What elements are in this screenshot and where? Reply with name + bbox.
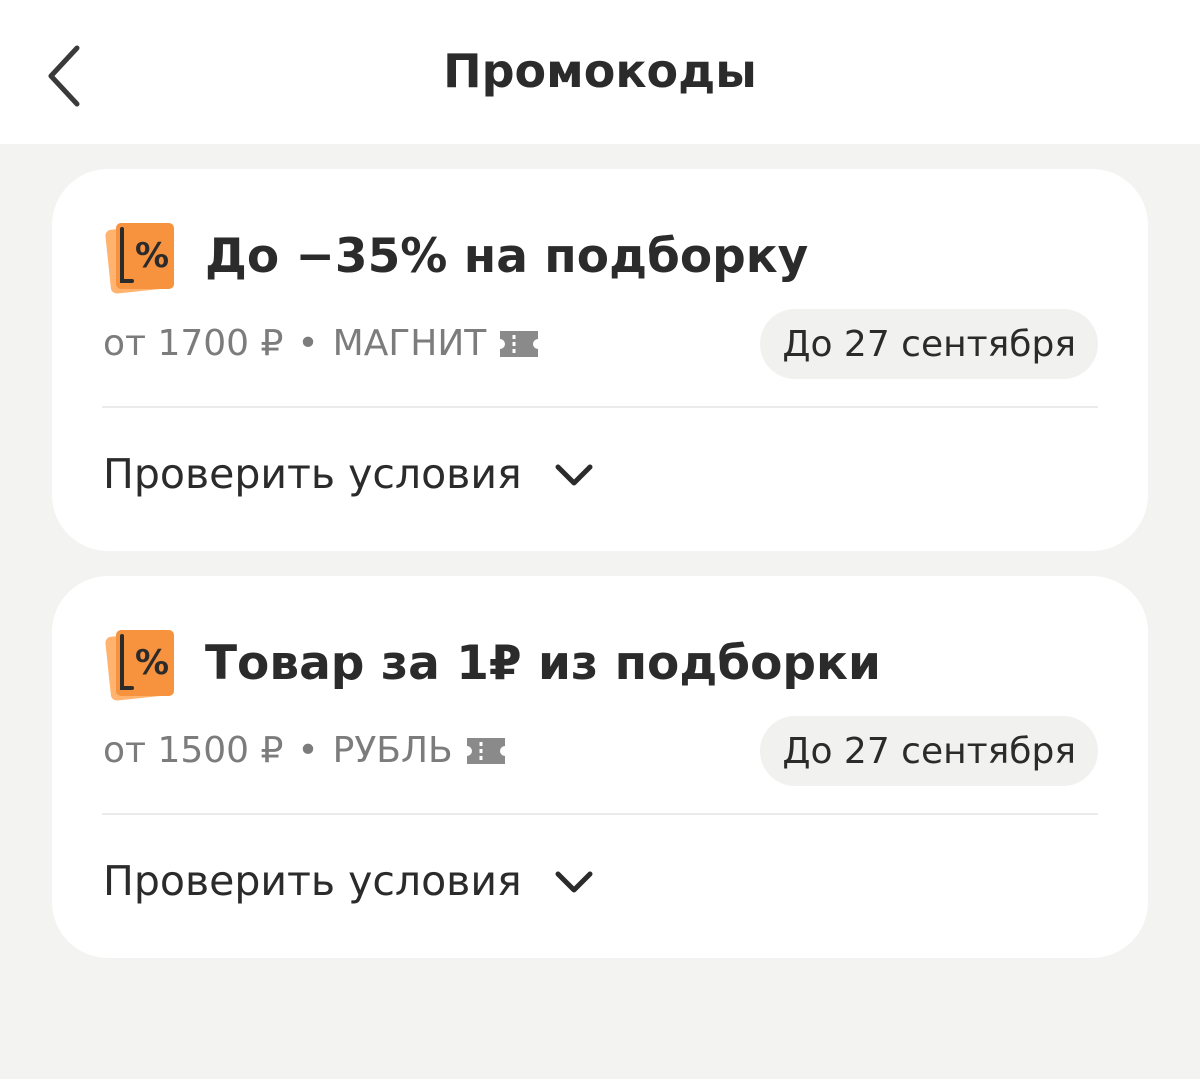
expiry-badge: До 27 сентября <box>760 716 1098 786</box>
shop-name: МАГНИТ <box>332 323 487 364</box>
divider <box>102 813 1098 815</box>
min-order: от 1500 ₽ <box>103 730 284 771</box>
shop-name: РУБЛЬ <box>332 730 453 771</box>
promo-meta: от 1500 ₽ • РУБЛЬ <box>103 730 507 771</box>
svg-text:%: % <box>135 236 169 276</box>
separator: • <box>297 323 319 364</box>
percent-tag-icon: % <box>105 630 174 701</box>
separator: • <box>297 730 319 771</box>
chevron-down-icon <box>555 871 593 893</box>
ticket-icon <box>466 737 505 764</box>
divider <box>102 406 1098 408</box>
header: Промокоды <box>0 0 1200 144</box>
chevron-down-icon <box>555 464 593 486</box>
expiry-badge: До 27 сентября <box>760 309 1098 379</box>
percent-tag-icon: % <box>105 223 174 294</box>
promo-card: % До −35% на подборку от 1700 ₽ • МАГНИТ… <box>52 169 1148 551</box>
svg-text:%: % <box>135 643 169 683</box>
page-title: Промокоды <box>443 44 757 98</box>
check-conditions-label: Проверить условия <box>103 857 522 905</box>
promo-card: % Товар за 1₽ из подборки от 1500 ₽ • РУ… <box>52 576 1148 958</box>
min-order: от 1700 ₽ <box>103 323 284 364</box>
promo-title: Товар за 1₽ из подборки <box>205 636 881 691</box>
check-conditions-label: Проверить условия <box>103 450 522 498</box>
promo-title: До −35% на подборку <box>205 229 809 284</box>
ticket-icon <box>500 330 539 357</box>
check-conditions-button[interactable]: Проверить условия <box>103 856 596 906</box>
promo-meta: от 1700 ₽ • МАГНИТ <box>103 323 540 364</box>
check-conditions-button[interactable]: Проверить условия <box>103 449 596 499</box>
